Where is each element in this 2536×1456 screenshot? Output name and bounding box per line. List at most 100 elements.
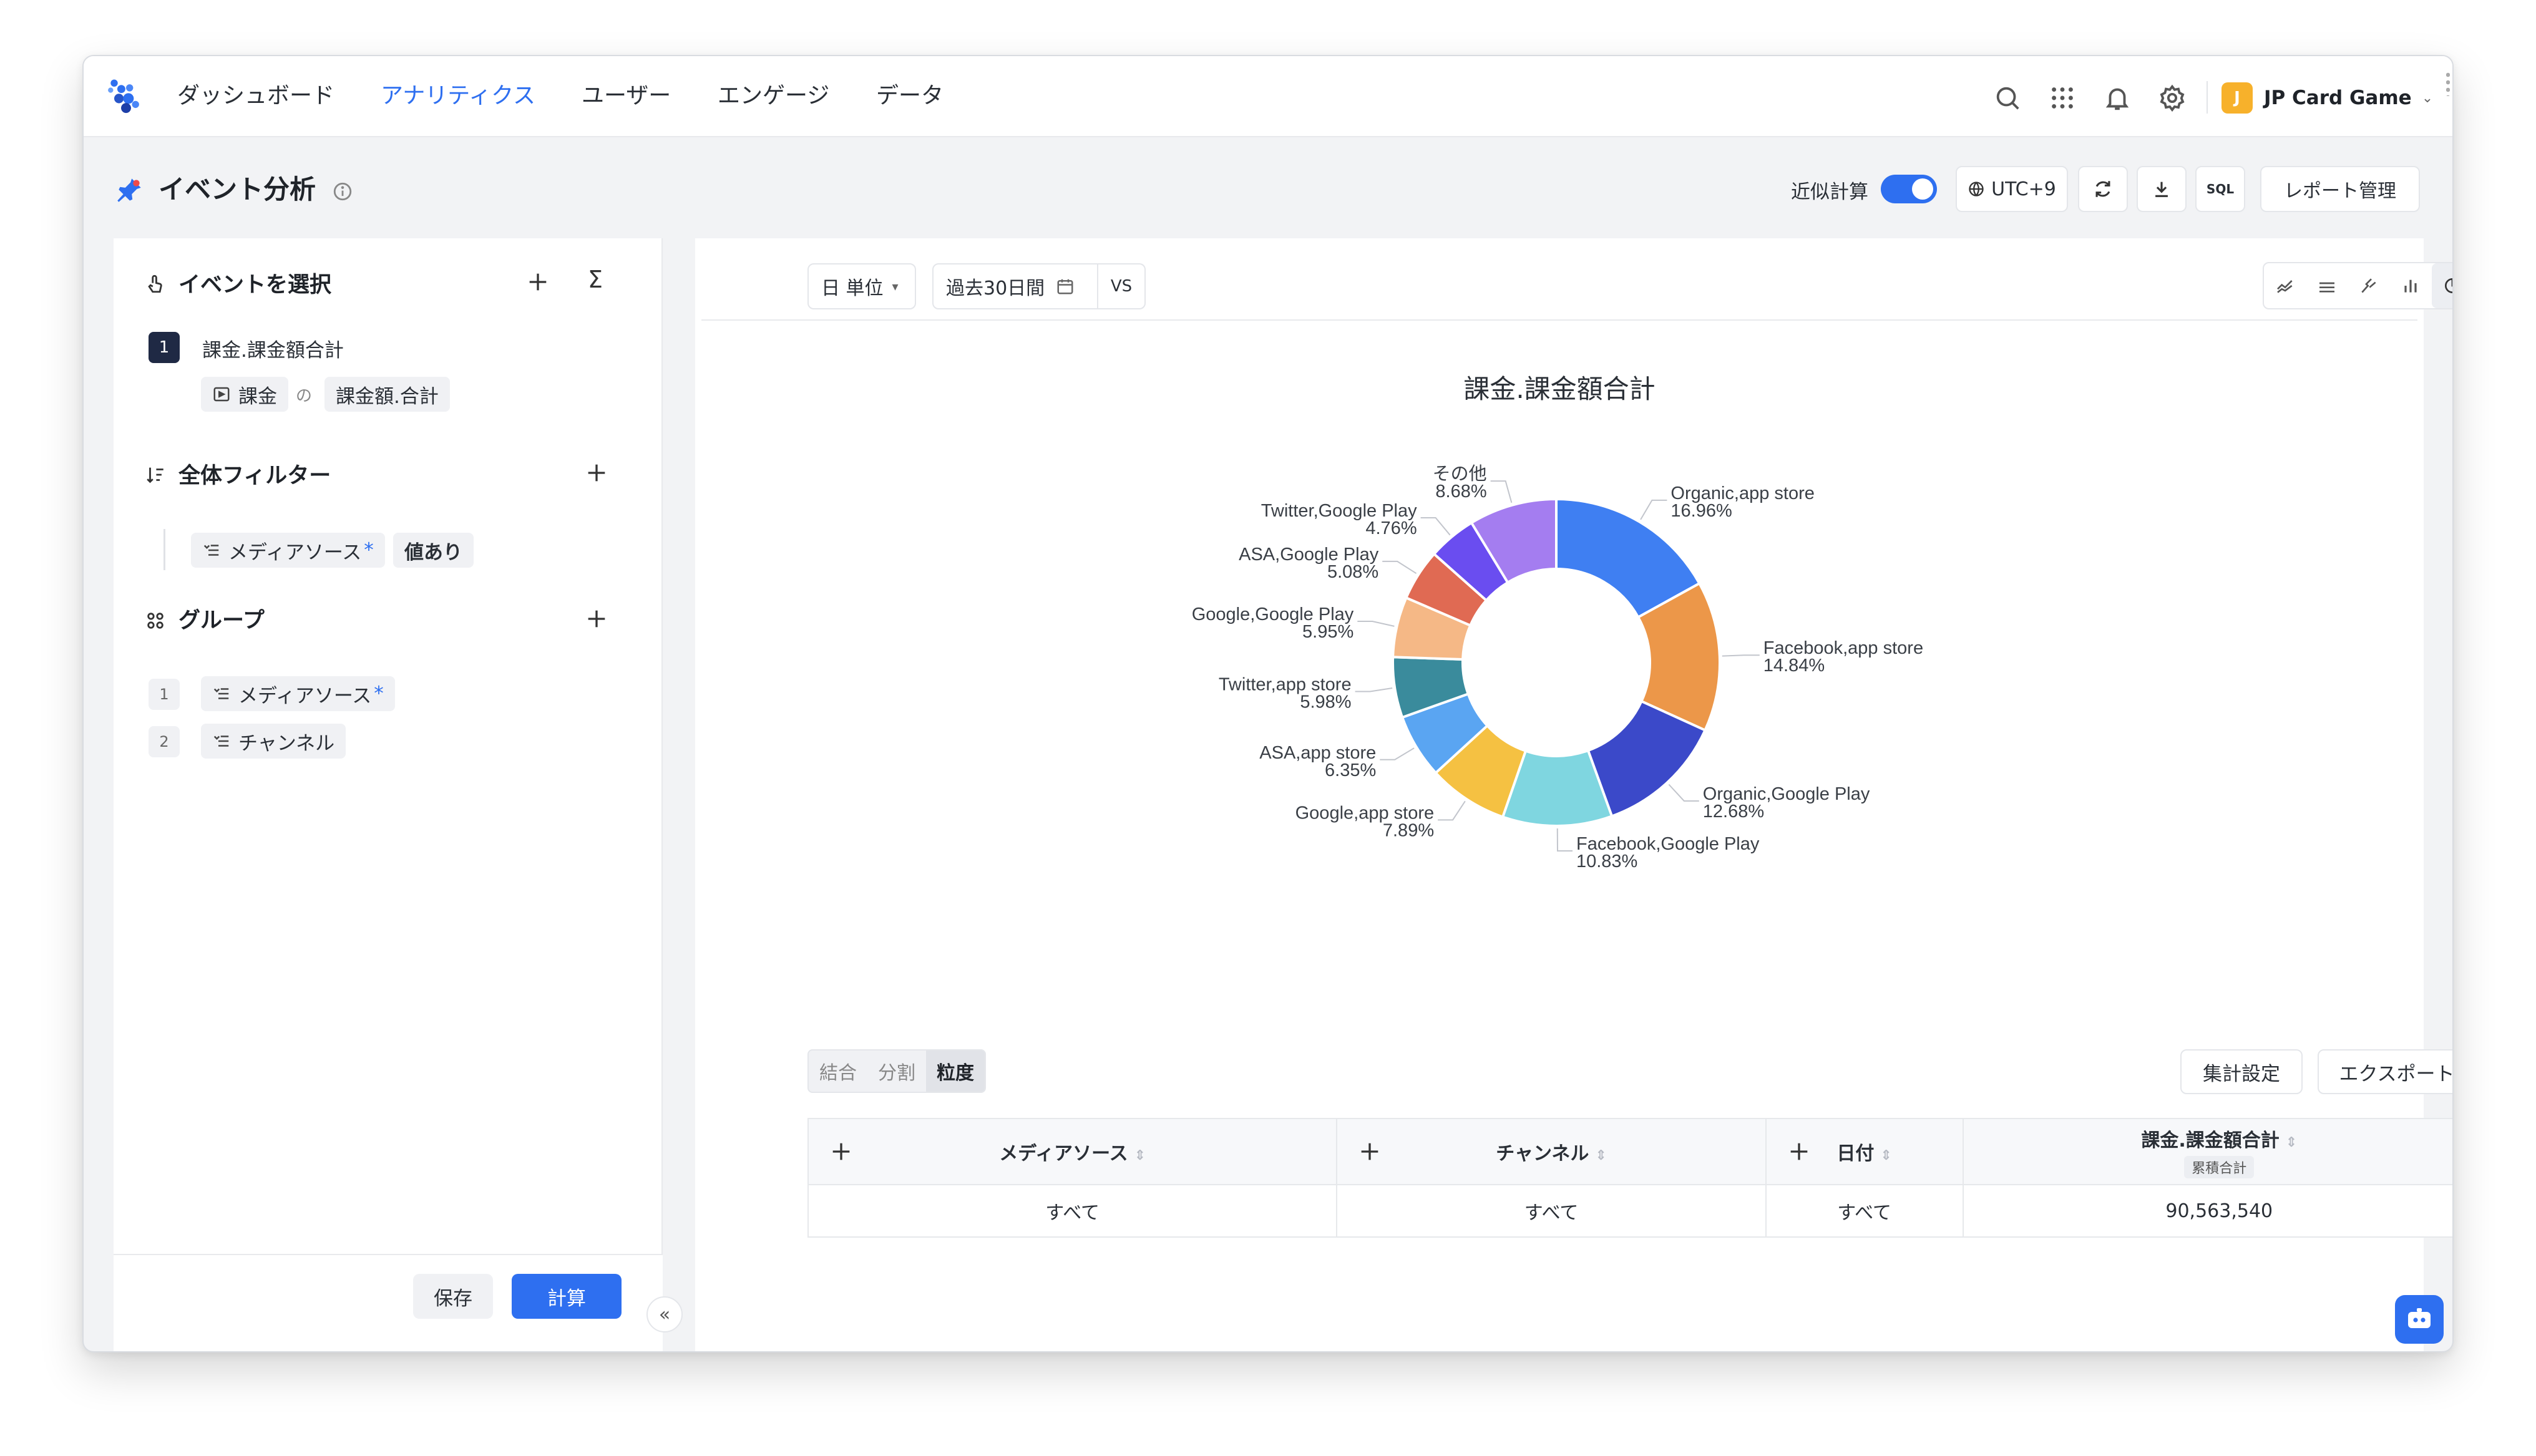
group-chip-media-source[interactable]: メディアソース *: [201, 676, 395, 711]
event-metric-chip[interactable]: 課金額.合計: [324, 377, 450, 412]
filter-sort-icon: [147, 467, 163, 483]
column-header-date[interactable]: 日付 ⇕: [1765, 1118, 1964, 1185]
group-chip-channel[interactable]: チャンネル: [201, 724, 346, 759]
expand-plus-icon[interactable]: [829, 1139, 854, 1164]
add-event-plus-icon[interactable]: [525, 269, 550, 294]
group-section-title: グループ: [178, 608, 265, 633]
event-source-label: 課金: [238, 385, 277, 408]
sort-icon[interactable]: ⇕: [1595, 1148, 1606, 1163]
granularity-select[interactable]: 日 単位 ▾: [807, 263, 916, 309]
nav-divider: [2207, 81, 2208, 114]
table-row: すべて すべて すべて 90,563,540: [807, 1184, 2452, 1238]
assistant-bot-button[interactable]: [2395, 1295, 2444, 1344]
nav-analytics[interactable]: アナリティクス: [381, 79, 535, 114]
add-filter-plus-icon[interactable]: [584, 460, 609, 485]
slice-percent-0: 16.96%: [1670, 501, 1732, 521]
app-logo-icon[interactable]: [102, 74, 150, 121]
apps-grid-icon[interactable]: [2048, 84, 2077, 112]
search-icon[interactable]: [1993, 84, 2022, 112]
column-header-label: 課金.課金額合計: [2141, 1130, 2280, 1152]
nav-data[interactable]: データ: [876, 79, 944, 114]
event-type-icon: [213, 387, 230, 402]
slice-percent-9: 4.76%: [1365, 518, 1417, 538]
nav-engage[interactable]: エンゲージ: [718, 79, 829, 114]
download-icon: [2155, 182, 2168, 197]
slice-percent-6: 5.98%: [1300, 692, 1351, 712]
nav-dashboard[interactable]: ダッシュボード: [177, 79, 334, 114]
leader-line-1: [1722, 654, 1760, 657]
collapse-panel-button[interactable]: «: [646, 1296, 683, 1332]
group-label: チャンネル: [238, 732, 335, 755]
expand-plus-icon[interactable]: [1787, 1139, 1812, 1164]
chart-type-line[interactable]: [2264, 263, 2306, 308]
event-touch-icon: [148, 274, 162, 293]
event-name[interactable]: 課金.課金額合計: [202, 334, 344, 362]
sort-icon[interactable]: ⇕: [1134, 1148, 1146, 1163]
date-range-value: 過去30日間: [946, 278, 1045, 299]
table-cell: 90,563,540: [1962, 1184, 2452, 1238]
compare-vs-button[interactable]: VS: [1098, 263, 1146, 309]
tab-combine[interactable]: 結合: [809, 1051, 867, 1092]
slice-percent-10: 8.68%: [1435, 482, 1486, 502]
query-builder-panel: イベントを選択 Σ 1 課金.課金額合計 課金 の 課金額.合計 全体フィルター…: [114, 238, 663, 1351]
expand-plus-icon[interactable]: [1357, 1139, 1382, 1164]
leader-line-0: [1640, 499, 1667, 520]
event-source-chip[interactable]: 課金: [201, 377, 288, 412]
bell-icon[interactable]: [2103, 84, 2132, 112]
column-header-label: メディアソース: [999, 1143, 1128, 1165]
top-nav: ダッシュボード アナリティクス ユーザー エンゲージ データ J JP Card…: [84, 56, 2452, 137]
timezone-button[interactable]: UTC+9: [1956, 166, 2068, 212]
aggregate-settings-button[interactable]: 集計設定: [2180, 1049, 2303, 1094]
query-footer: 保存 計算: [114, 1254, 663, 1351]
download-button[interactable]: [2137, 166, 2187, 212]
gear-icon[interactable]: [2158, 84, 2187, 112]
sort-icon[interactable]: ⇕: [1880, 1148, 1891, 1163]
of-connector: の: [296, 387, 313, 405]
formula-sigma-icon[interactable]: Σ: [588, 266, 603, 293]
filter-field-chip[interactable]: メディアソース *: [191, 533, 385, 568]
chart-type-trend[interactable]: [2348, 263, 2389, 308]
save-button[interactable]: 保存: [413, 1274, 493, 1319]
chart-type-area[interactable]: [2306, 263, 2348, 308]
chart-type-bar[interactable]: [2390, 263, 2432, 308]
approx-calc-toggle[interactable]: [1881, 175, 1937, 203]
slice-percent-4: 7.89%: [1383, 820, 1434, 840]
report-manage-button[interactable]: レポート管理: [2260, 166, 2420, 212]
cumulative-total-tag: 累積合計: [2184, 1156, 2255, 1178]
globe-icon: [1969, 182, 1984, 197]
filter-condition-chip[interactable]: 値あり: [393, 533, 474, 568]
event-metric-label: 課金額.合計: [336, 385, 439, 408]
slice-percent-7: 5.95%: [1302, 622, 1353, 642]
leader-line-9: [1420, 517, 1451, 536]
pie-chart-icon: [2445, 278, 2452, 293]
timezone-label: UTC+9: [1991, 178, 2056, 200]
info-icon[interactable]: [332, 181, 353, 202]
tab-split[interactable]: 分割: [867, 1051, 926, 1092]
leader-line-2: [1668, 784, 1699, 802]
bar-chart-icon: [2404, 279, 2417, 293]
calculate-button[interactable]: 計算: [512, 1274, 622, 1319]
leader-line-4: [1438, 800, 1466, 821]
sql-button[interactable]: SQL: [2195, 166, 2245, 212]
tab-granularity[interactable]: 粒度: [926, 1051, 985, 1092]
leader-line-7: [1357, 621, 1395, 627]
refresh-button[interactable]: [2078, 166, 2128, 212]
group-index-2: 2: [149, 726, 180, 757]
slice-percent-5: 6.35%: [1325, 760, 1376, 780]
approx-calc-label: 近似計算: [1791, 181, 1868, 203]
project-name: JP Card Game: [2264, 87, 2412, 109]
window-grip-icon[interactable]: [2446, 71, 2450, 96]
sort-icon[interactable]: ⇕: [2286, 1135, 2297, 1150]
project-selector[interactable]: J JP Card Game ⌄: [2221, 81, 2433, 115]
column-header-metric[interactable]: 課金.課金額合計 ⇕ 累積合計: [1962, 1118, 2452, 1185]
column-header-channel[interactable]: チャンネル ⇕: [1336, 1118, 1767, 1185]
add-group-plus-icon[interactable]: [584, 606, 609, 631]
event-index-badge: 1: [149, 332, 180, 363]
slice-percent-3: 10.83%: [1576, 852, 1637, 871]
chart-type-pie[interactable]: [2431, 263, 2452, 308]
export-button[interactable]: エクスポート: [2318, 1049, 2452, 1094]
nav-users[interactable]: ユーザー: [582, 79, 671, 114]
date-range-picker[interactable]: 過去30日間: [932, 263, 1098, 309]
calendar-icon: [1057, 279, 1073, 294]
column-header-media-source[interactable]: メディアソース ⇕: [807, 1118, 1338, 1185]
